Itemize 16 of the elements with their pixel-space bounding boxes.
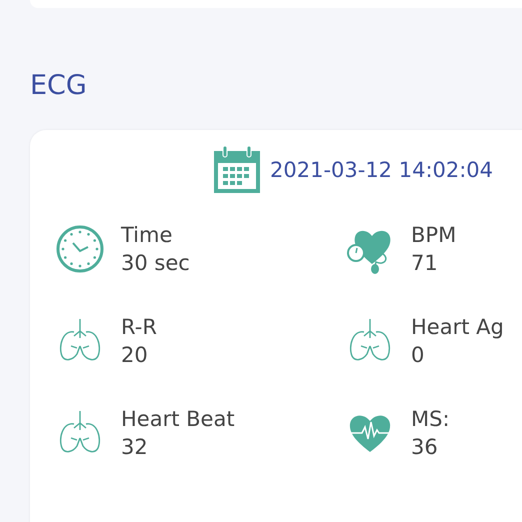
metric-label: Time [121,222,174,250]
metric-label: R-R [121,314,157,342]
section-title: ECG [30,70,88,102]
metric-label: BPM [411,222,456,250]
record-datetime: 2021-03-12 14:02:04 [270,156,494,184]
metric-label: Heart Ag [411,314,504,342]
metric-value: 30 sec [121,250,190,278]
metric-value: 32 [121,434,149,462]
metric-value: 71 [411,250,439,278]
metric-label: Heart Beat [121,406,235,434]
metric-value: 36 [411,434,439,462]
metric-value: 20 [121,342,149,370]
metric-label: MS: [411,406,450,434]
metric-value: 0 [411,342,426,370]
clock-icon [55,224,105,274]
calendar-icon [212,145,262,196]
